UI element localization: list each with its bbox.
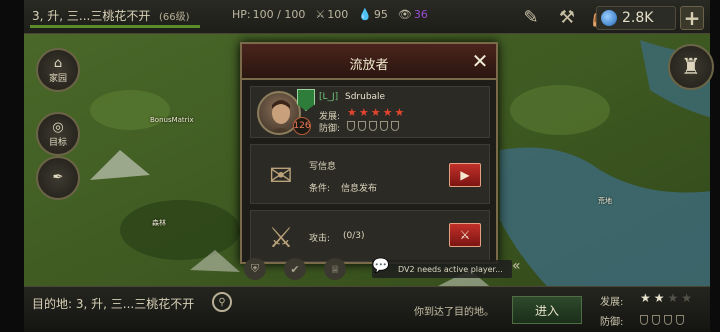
message-panel: ✉ 写信息 条件: 信息发布 ▶: [250, 144, 490, 204]
star-icon: ★: [394, 106, 405, 119]
castle-button[interactable]: ♜: [668, 44, 714, 90]
hp-stat: HP: 100 / 100: [232, 8, 305, 21]
shield-icon: [358, 121, 366, 131]
player-tag-label[interactable]: BonusMatrix: [150, 116, 194, 124]
scroll-icon[interactable]: ✎: [517, 4, 545, 30]
shield-check-icon[interactable]: ✔: [284, 258, 306, 280]
development-stars: ★ ★ ★ ★ ★: [347, 107, 404, 119]
hp-value: 100 / 100: [252, 8, 306, 21]
destination-label: 目的地: 3, 升, 三...三桃花不开: [32, 297, 195, 311]
tools-button[interactable]: ✒: [36, 156, 80, 200]
shield-icon: [640, 315, 648, 325]
shield-icon: [347, 121, 355, 131]
vision-stat: 👁 36: [398, 8, 428, 21]
attack-panel: ⚔ 攻击: (0/3) ⚔: [250, 210, 490, 262]
castle-icon: ♜: [681, 54, 701, 80]
player-name: Sdrubale: [345, 92, 386, 102]
send-message-button[interactable]: ▶: [449, 163, 481, 187]
target-button[interactable]: ◎ 目标: [36, 112, 80, 156]
chat-bubble-icon: 💬: [372, 258, 390, 274]
star-icon: ★: [640, 291, 651, 305]
status-stats: HP: 100 / 100 ⚔ 100 💧 95 👁 36: [232, 8, 428, 21]
player-panel: 126 [L_J] Sdrubale 发展: ★ ★ ★ ★ ★ 防御:: [250, 86, 490, 138]
search-icon[interactable]: ⚲: [212, 292, 232, 312]
attack-count: (0/3): [343, 231, 365, 241]
shield-icon: [369, 121, 377, 131]
player-level-badge: 126: [293, 117, 311, 135]
right-edge: [710, 0, 720, 332]
shield-icon: [676, 315, 684, 325]
bag-scroll-icon: ✉: [269, 158, 293, 192]
star-icon: ★: [358, 106, 369, 119]
dialog-title: 流放者: [349, 58, 389, 73]
attack-button[interactable]: ⚔: [449, 223, 481, 247]
bottom-bar: 目的地: 3, 升, 三...三桃花不开 ⚲ 你到达了目的地。 进入 发展: ★…: [24, 286, 710, 332]
swords-icon: ⚔: [459, 228, 471, 242]
home-label: 家园: [48, 73, 67, 84]
food-value: 95: [373, 8, 388, 21]
target-label: 目标: [48, 137, 67, 148]
chat-tabs: ⛨ ✔ ♕: [244, 258, 346, 280]
star-icon: ★: [653, 291, 665, 305]
helmet-icon[interactable]: ⛨: [244, 258, 266, 280]
attack-label: 攻击:: [309, 234, 331, 244]
star-icon: ★: [681, 291, 693, 305]
shield-icon: [380, 121, 388, 131]
arrived-text: 你到达了目的地。: [414, 307, 494, 318]
gem-icon: [601, 10, 617, 26]
attack-value: 100: [327, 8, 349, 21]
dialog-header: 流放者 ✕: [242, 44, 496, 80]
add-gems-button[interactable]: +: [680, 6, 704, 30]
gem-count: 2.8K: [622, 10, 654, 26]
star-icon: ★: [667, 291, 679, 305]
star-icon: ★: [382, 106, 393, 119]
vision-value: 36: [413, 8, 428, 21]
play-icon: ▶: [460, 168, 470, 182]
defense-shields: [347, 121, 399, 131]
bottom-development-label: 发展:: [600, 297, 624, 308]
xp-bar: [30, 25, 200, 28]
crossed-hammers-icon[interactable]: ⚒: [553, 4, 581, 30]
level-label: (66级): [159, 12, 190, 23]
chat-message: DV2 needs active player...: [398, 264, 503, 274]
enter-button[interactable]: 进入: [512, 296, 582, 324]
write-message-title: 写信息: [309, 162, 337, 172]
xp-bar-fill: [30, 25, 200, 28]
defense-label: 防御:: [319, 124, 341, 134]
crossed-swords-icon: ⚔: [268, 220, 294, 254]
shield-icon: [652, 315, 660, 325]
left-edge: [0, 0, 24, 332]
chevron-left-icon[interactable]: «: [512, 258, 532, 278]
condition-label: 条件:: [309, 184, 331, 194]
forest-label[interactable]: 森林: [152, 218, 166, 228]
attack-stat: ⚔ 100: [315, 8, 348, 21]
game-screen: BonusMatrix 森林 荒地 3, 升, 三...三桃花不开 (66级) …: [0, 0, 720, 332]
droplet-icon: 💧: [358, 8, 372, 21]
exile-dialog: 流放者 ✕ 126 [L_J] Sdrubale 发展: ★ ★ ★ ★ ★ 防御: ✉…: [240, 42, 498, 264]
bottom-development-stars: ★ ★ ★ ★: [640, 292, 692, 304]
close-icon[interactable]: ✕: [470, 51, 490, 71]
gem-counter: 2.8K: [596, 6, 676, 30]
shield-icon: [391, 121, 399, 131]
swords-icon: ⚔: [315, 8, 326, 21]
eye-icon: 👁: [397, 8, 412, 21]
bottom-defense-shields: [640, 315, 684, 325]
shield-icon: [664, 315, 672, 325]
trophy-icon[interactable]: ♕: [324, 258, 346, 280]
star-icon: ★: [370, 106, 381, 119]
home-button[interactable]: ⌂ 家园: [36, 48, 80, 92]
bottom-defense-label: 防御:: [600, 317, 624, 328]
target-icon: ◎: [52, 119, 64, 135]
house-icon: ⌂: [53, 55, 63, 71]
hp-label: HP:: [232, 8, 251, 21]
condition-value: 信息发布: [341, 184, 378, 194]
location-title: 3, 升, 三...三桃花不开: [32, 9, 151, 23]
star-icon: ★: [347, 106, 357, 119]
village-label[interactable]: 荒地: [598, 196, 612, 206]
feather-icon: ✒: [52, 170, 64, 185]
food-stat: 💧 95: [358, 8, 388, 21]
guild-tag: [L_J]: [319, 92, 339, 102]
